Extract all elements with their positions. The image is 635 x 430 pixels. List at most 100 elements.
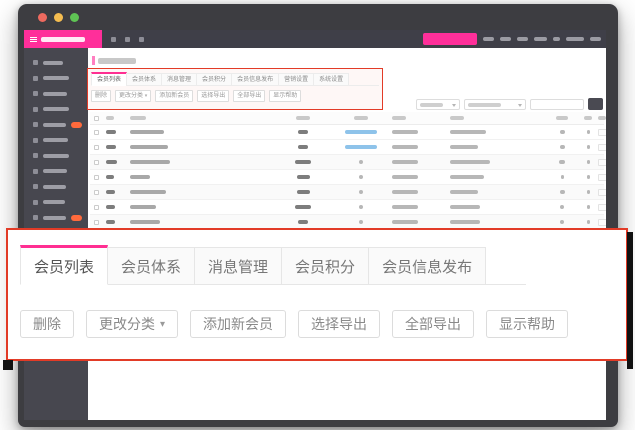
close-window-button[interactable] [38, 13, 47, 22]
tab-bar-filler [348, 73, 379, 86]
header-nav-item[interactable] [517, 37, 528, 41]
notification-badge [71, 215, 82, 221]
sidebar-item[interactable] [24, 210, 88, 226]
change-category-button[interactable]: 更改分类 ▾ [115, 90, 151, 102]
member-name-link[interactable] [130, 145, 168, 149]
row-checkbox[interactable] [94, 175, 99, 180]
header-account-item[interactable] [566, 37, 584, 41]
export-selected-button[interactable]: 选择导出 [197, 90, 229, 102]
tab-member-system[interactable]: 会员体系 [107, 247, 195, 285]
site-header [24, 30, 606, 48]
add-member-button[interactable]: 添加新会员 [190, 310, 286, 338]
show-help-button[interactable]: 显示帮助 [269, 90, 301, 102]
sidebar-item[interactable] [24, 179, 88, 195]
sidebar-item[interactable] [24, 86, 88, 102]
hamburger-menu-icon[interactable] [30, 37, 37, 42]
sidebar-item-icon [33, 60, 38, 65]
tab-member-list[interactable]: 会员列表 [20, 245, 108, 285]
header-nav-item[interactable] [553, 37, 560, 41]
zoom-window-button[interactable] [70, 13, 79, 22]
export-all-button[interactable]: 全部导出 [233, 90, 265, 102]
row-action-button[interactable] [598, 219, 606, 226]
member-name-link[interactable] [130, 130, 164, 134]
tab-message-management[interactable]: 消息管理 [194, 247, 282, 285]
header-icon-2[interactable] [125, 37, 130, 42]
sidebar-item[interactable] [24, 148, 88, 164]
member-tabs: 会员列表 会员体系 消息管理 会员积分 会员信息发布 营销设置 系统设置 [91, 72, 379, 86]
filter-select[interactable] [464, 99, 526, 110]
row-action-button[interactable] [598, 189, 606, 196]
show-help-button[interactable]: 显示帮助 [486, 310, 568, 338]
header-pink-button[interactable] [423, 33, 477, 45]
tab-message-management[interactable]: 消息管理 [161, 73, 197, 86]
member-name-link[interactable] [130, 160, 170, 164]
search-button[interactable] [588, 98, 603, 110]
member-name-link[interactable] [130, 205, 156, 209]
app-logo[interactable] [24, 30, 102, 48]
export-all-button[interactable]: 全部导出 [392, 310, 474, 338]
search-input[interactable] [530, 99, 584, 110]
change-category-button[interactable]: 更改分类▾ [86, 310, 178, 338]
row-action-button[interactable] [598, 159, 606, 166]
delete-button[interactable]: 删除 [20, 310, 74, 338]
row-checkbox[interactable] [94, 130, 99, 135]
row-checkbox[interactable] [94, 220, 99, 225]
sidebar-item-icon [33, 91, 38, 96]
annotation-highlight-box: 会员列表 会员体系 消息管理 会员积分 会员信息发布 营销设置 系统设置 删除 … [87, 68, 383, 110]
tab-member-info-publish[interactable]: 会员信息发布 [368, 247, 486, 285]
tab-member-points[interactable]: 会员积分 [196, 73, 232, 86]
select-all-checkbox[interactable] [94, 116, 99, 121]
row-action-buttons [598, 174, 606, 181]
table-row[interactable] [90, 170, 604, 185]
row-checkbox[interactable] [94, 205, 99, 210]
row-action-buttons [598, 159, 606, 166]
email-link[interactable] [345, 145, 377, 149]
sidebar-item[interactable] [24, 55, 88, 71]
member-name-link[interactable] [130, 175, 150, 179]
sidebar-item[interactable] [24, 133, 88, 149]
row-action-buttons [598, 204, 606, 211]
title-accent-bar [92, 56, 95, 65]
callout-action-buttons: 删除 更改分类▾ 添加新会员 选择导出 全部导出 显示帮助 [20, 310, 626, 338]
sidebar-item[interactable] [24, 71, 88, 87]
tab-member-points[interactable]: 会员积分 [281, 247, 369, 285]
filter-select[interactable] [416, 99, 460, 110]
tab-system-settings[interactable]: 系统设置 [313, 73, 349, 86]
row-action-buttons [598, 189, 606, 196]
minimize-window-button[interactable] [54, 13, 63, 22]
row-checkbox[interactable] [94, 160, 99, 165]
header-icons [111, 37, 144, 42]
sidebar-item-members-active[interactable] [24, 117, 88, 133]
sidebar-item[interactable] [24, 164, 88, 180]
row-checkbox[interactable] [94, 145, 99, 150]
delete-button[interactable]: 删除 [91, 90, 111, 102]
table-row[interactable] [90, 140, 604, 155]
row-action-button[interactable] [598, 144, 606, 151]
row-action-button[interactable] [598, 129, 606, 136]
tab-marketing-settings[interactable]: 营销设置 [278, 73, 314, 86]
email-link[interactable] [345, 130, 377, 134]
export-selected-button[interactable]: 选择导出 [298, 310, 380, 338]
member-name-link[interactable] [130, 220, 160, 224]
table-row[interactable] [90, 185, 604, 200]
tab-member-list[interactable]: 会员列表 [91, 72, 127, 86]
row-action-button[interactable] [598, 174, 606, 181]
header-nav-item[interactable] [534, 37, 547, 41]
header-nav-item[interactable] [590, 37, 601, 41]
header-icon-3[interactable] [139, 37, 144, 42]
member-name-link[interactable] [130, 190, 166, 194]
tab-member-info-publish[interactable]: 会员信息发布 [231, 73, 279, 86]
add-member-button[interactable]: 添加新会员 [155, 90, 193, 102]
browser-window: 会员列表 会员体系 消息管理 会员积分 会员信息发布 营销设置 系统设置 删除 … [18, 4, 618, 427]
sidebar-item[interactable] [24, 102, 88, 118]
table-row[interactable] [90, 125, 604, 140]
header-nav-item[interactable] [483, 37, 494, 41]
header-nav-item[interactable] [500, 37, 511, 41]
row-checkbox[interactable] [94, 190, 99, 195]
row-action-button[interactable] [598, 204, 606, 211]
table-row[interactable] [90, 155, 604, 170]
table-row[interactable] [90, 200, 604, 215]
sidebar-item[interactable] [24, 195, 88, 211]
header-icon-1[interactable] [111, 37, 116, 42]
tab-member-system[interactable]: 会员体系 [126, 73, 162, 86]
